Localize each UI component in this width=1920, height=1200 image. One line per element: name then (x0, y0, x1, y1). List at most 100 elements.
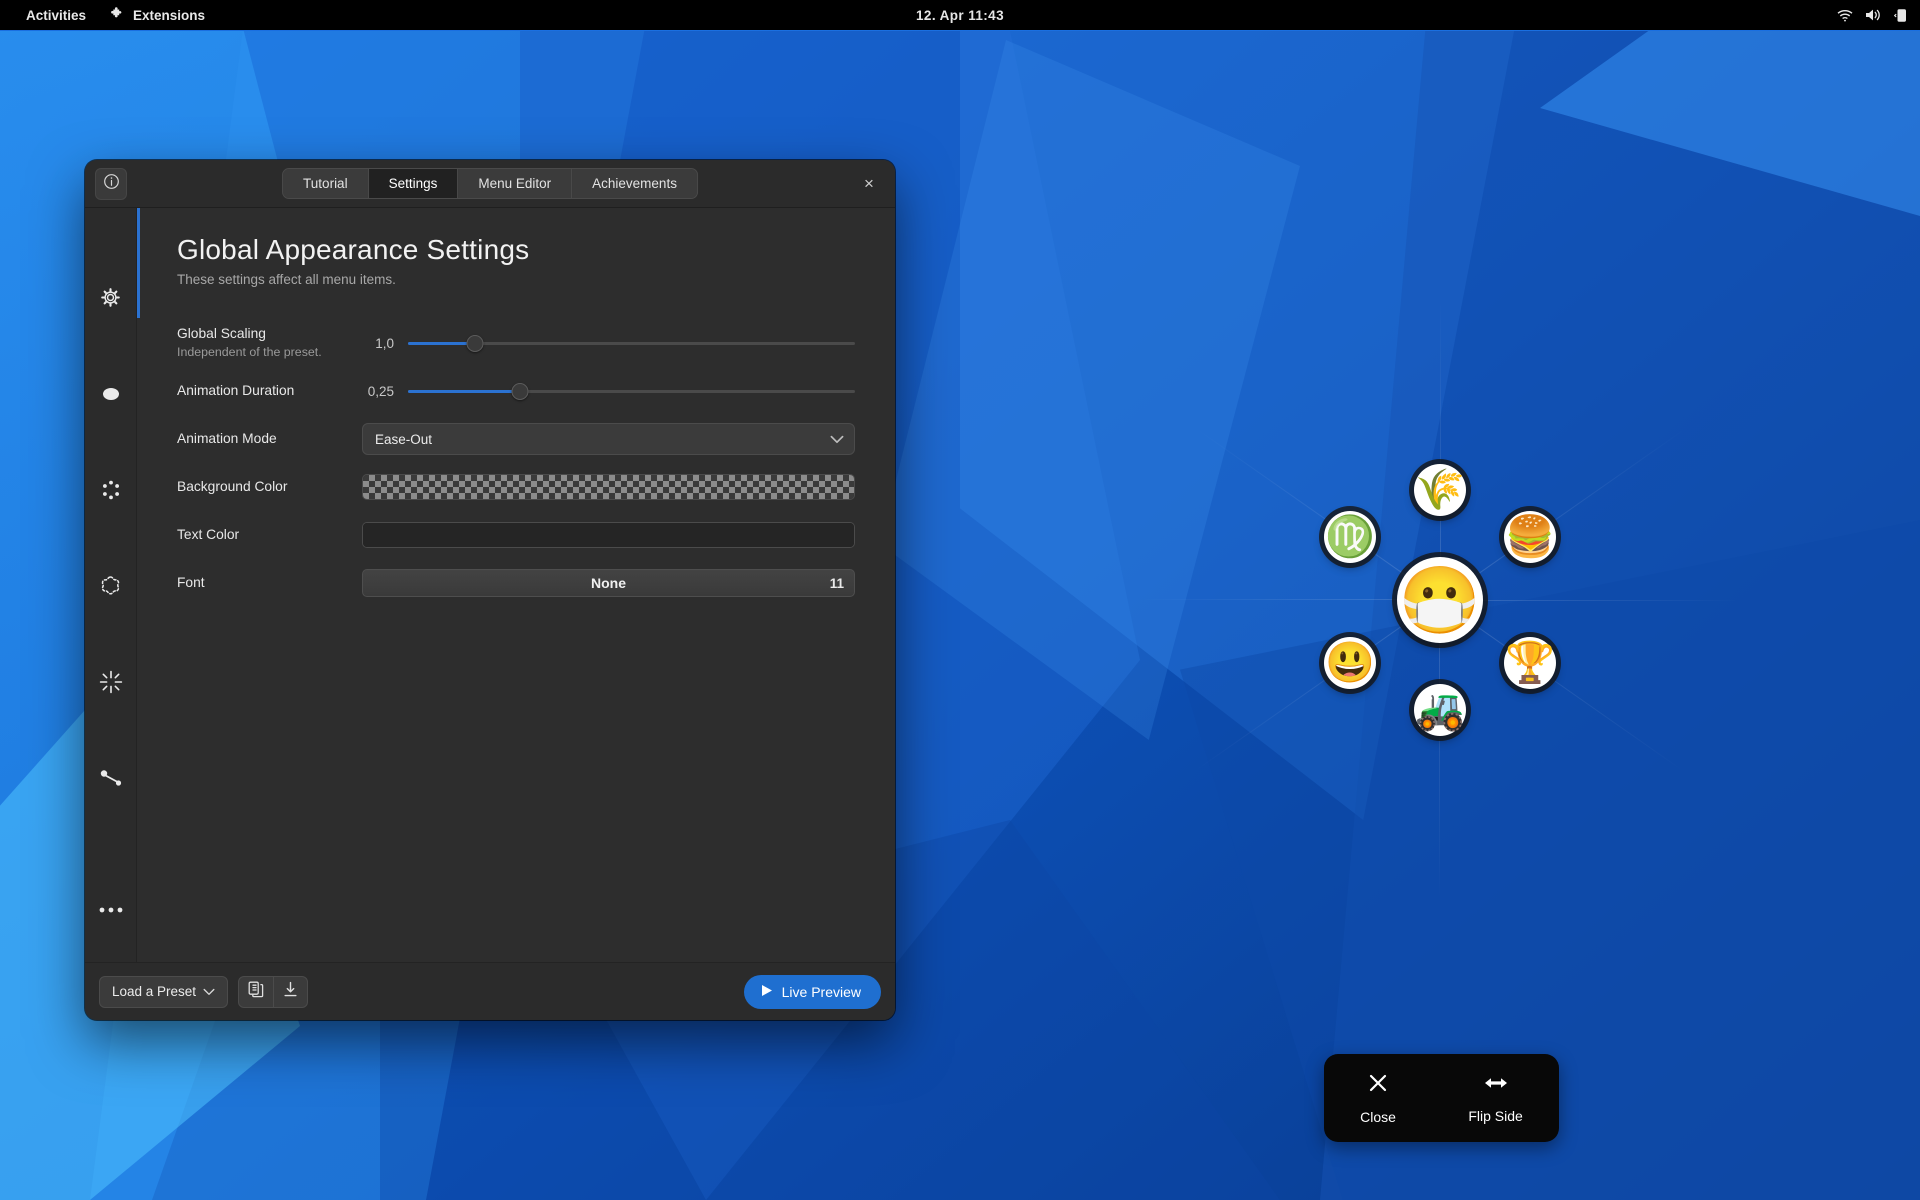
tab-tutorial[interactable]: Tutorial (283, 169, 369, 198)
import-preset-button[interactable] (273, 976, 307, 1007)
live-preview-button[interactable]: Live Preview (743, 974, 881, 1009)
play-icon (761, 984, 773, 1000)
animation-mode-dropdown[interactable]: Ease-Out (362, 423, 855, 455)
pie-ray (1140, 599, 1440, 600)
tab-label: Achievements (592, 176, 677, 191)
load-preset-label: Load a Preset (112, 984, 197, 999)
puzzle-piece-icon (110, 6, 125, 24)
pie-action-close-label: Close (1360, 1108, 1396, 1125)
pie-item-top-left[interactable]: ♍ (1323, 510, 1376, 563)
sidebar-item-advanced[interactable] (85, 880, 137, 940)
preset-actions-group[interactable] (238, 975, 309, 1008)
row-animation-duration: Animation Duration 0,25 (177, 369, 855, 413)
three-dots-icon (98, 901, 124, 919)
pie-ray (1440, 600, 1740, 601)
animation-duration-label-block: Animation Duration (177, 382, 362, 401)
slider-knob[interactable] (511, 382, 529, 400)
animation-mode-label: Animation Mode (177, 430, 277, 446)
row-background-color: Background Color (177, 465, 855, 509)
pie-action-flip[interactable]: Flip Side (1468, 1073, 1523, 1124)
pie-center-item[interactable]: 😷 (1397, 557, 1483, 643)
extensions-label: Extensions (133, 7, 206, 23)
close-x-icon (1367, 1072, 1389, 1099)
pie-item-top-right[interactable]: 🍔 (1504, 510, 1557, 563)
text-color-button[interactable] (362, 522, 855, 548)
settings-sidebar[interactable] (85, 208, 137, 962)
window-footer: Load a Preset Live Preview (85, 962, 895, 1020)
tab-menu-editor[interactable]: Menu Editor (458, 169, 573, 198)
text-color-label-block: Text Color (177, 526, 362, 545)
pie-item-top[interactable]: 🌾 (1414, 464, 1466, 516)
slider-knob[interactable] (466, 334, 484, 352)
volume-icon (1865, 8, 1882, 22)
pie-item-bottom-left[interactable]: 😃 (1323, 637, 1376, 690)
pie-item-bottom-right[interactable]: 🏆 (1504, 637, 1557, 690)
row-font: Font None 11 (177, 561, 855, 605)
transparency-checkerboard (363, 475, 854, 499)
text-color-swatch (363, 523, 854, 547)
page-subtitle: These settings affect all menu items. (177, 272, 396, 287)
animation-duration-slider[interactable] (408, 381, 855, 401)
pie-ray (1440, 300, 1441, 600)
chevron-down-icon (203, 984, 215, 999)
tab-bar[interactable]: Tutorial Settings Menu Editor Achievements (282, 168, 698, 199)
window-body: Global Appearance Settings These setting… (85, 208, 895, 962)
tab-achievements[interactable]: Achievements (572, 169, 697, 198)
live-preview-label: Live Preview (781, 983, 861, 1000)
font-label: Font (177, 574, 205, 590)
load-preset-button[interactable]: Load a Preset (99, 975, 229, 1008)
animation-mode-label-block: Animation Mode (177, 430, 362, 449)
extensions-indicator[interactable]: Extensions (98, 0, 217, 30)
pie-action-panel[interactable]: Close Flip Side (1324, 1054, 1559, 1142)
pie-item-bottom[interactable]: 🚜 (1414, 684, 1466, 736)
settings-content: Global Appearance Settings These setting… (137, 208, 895, 962)
dotted-gear-icon (98, 573, 123, 603)
tab-settings[interactable]: Settings (368, 169, 459, 198)
copy-preset-icon (248, 981, 264, 1003)
animation-duration-label: Animation Duration (177, 382, 295, 398)
tab-label: Settings (388, 176, 438, 191)
global-scaling-sublabel: Independent of the preset. (177, 344, 322, 359)
slider-fill (408, 341, 476, 345)
connector-icon (98, 768, 124, 793)
row-animation-mode: Animation Mode Ease-Out (177, 417, 855, 461)
sidebar-item-center[interactable] (85, 348, 137, 444)
pie-action-flip-label: Flip Side (1468, 1107, 1523, 1124)
flypie-preferences-window: Tutorial Settings Menu Editor Achievements … (85, 160, 895, 1020)
sidebar-item-grandchildren[interactable] (85, 540, 137, 636)
window-close-button[interactable]: × (857, 172, 881, 196)
global-scaling-slider[interactable] (408, 333, 855, 353)
download-preset-icon (283, 981, 298, 1003)
system-indicators[interactable] (1837, 8, 1908, 23)
gear-circle-icon (98, 285, 123, 315)
burst-icon (98, 669, 124, 700)
wifi-icon (1837, 9, 1853, 22)
slider-fill (408, 389, 520, 393)
battery-icon (1894, 8, 1908, 23)
font-button[interactable]: None 11 (362, 569, 855, 597)
sidebar-item-trace[interactable] (85, 636, 137, 732)
global-scaling-label-block: Global Scaling Independent of the preset… (177, 325, 362, 360)
tab-label: Menu Editor (478, 176, 552, 191)
font-size-value: 11 (829, 575, 844, 591)
sidebar-item-children[interactable] (85, 444, 137, 540)
gnome-top-bar: Activities Extensions 12. Apr 11:43 (0, 0, 1920, 30)
sidebar-item-connectors[interactable] (85, 732, 137, 828)
activities-button[interactable]: Activities (14, 0, 98, 30)
font-label-block: Font (177, 574, 362, 593)
text-color-label: Text Color (177, 526, 240, 542)
info-button[interactable] (95, 167, 127, 200)
background-color-label-block: Background Color (177, 478, 362, 497)
pie-action-close[interactable]: Close (1360, 1072, 1396, 1125)
pie-ray (1439, 600, 1440, 900)
background-color-label: Background Color (177, 478, 288, 494)
copy-preset-button[interactable] (239, 977, 273, 1007)
sidebar-item-general[interactable] (85, 252, 137, 348)
clock[interactable]: 12. Apr 11:43 (916, 8, 1004, 23)
background-color-button[interactable] (362, 474, 855, 500)
row-global-scaling: Global Scaling Independent of the preset… (177, 321, 855, 365)
filled-circle-icon (100, 383, 122, 410)
window-header-bar: Tutorial Settings Menu Editor Achievements … (85, 160, 895, 208)
row-text-color: Text Color (177, 513, 855, 557)
animation-duration-value: 0,25 (367, 383, 394, 399)
